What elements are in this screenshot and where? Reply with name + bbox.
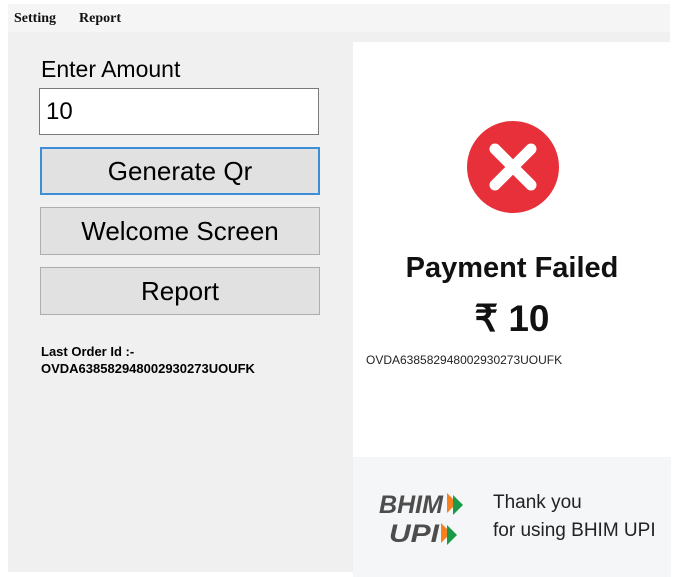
menu-report[interactable]: Report [79, 11, 121, 27]
amount-input[interactable] [39, 88, 319, 135]
payment-amount: ₹ 10 [474, 298, 550, 339]
app-window: Setting Report Enter Amount Generate Qr … [8, 4, 671, 577]
last-order-label: Last Order Id :- [41, 344, 135, 359]
payment-order-id: OVDA638582948002930273UOUFK [366, 353, 563, 367]
upi-logo-text: UPI [389, 520, 440, 547]
last-order-id: OVDA638582948002930273UOUFK [41, 361, 255, 376]
generate-qr-button[interactable]: Generate Qr [40, 147, 320, 195]
menu-bar: Setting Report [8, 4, 670, 32]
close-circle-icon [467, 121, 559, 213]
menu-setting[interactable]: Setting [14, 11, 56, 27]
bhim-logo-text: BHIM [379, 491, 444, 519]
payment-status-text: Payment Failed [405, 252, 619, 284]
payment-status-panel: Payment Failed ₹ 10 OVDA6385829480029302… [353, 42, 671, 577]
thanks-line-2: for using BHIM UPI [493, 520, 656, 541]
report-button[interactable]: Report [40, 267, 320, 315]
amount-label: Enter Amount [41, 56, 181, 82]
welcome-screen-button[interactable]: Welcome Screen [40, 207, 320, 255]
thanks-line-1: Thank you [493, 492, 582, 513]
bhim-upi-logo: BHIM UPI [379, 491, 463, 547]
bhim-upi-footer: BHIM UPI Thank you for using BHIM UPI [353, 457, 671, 577]
